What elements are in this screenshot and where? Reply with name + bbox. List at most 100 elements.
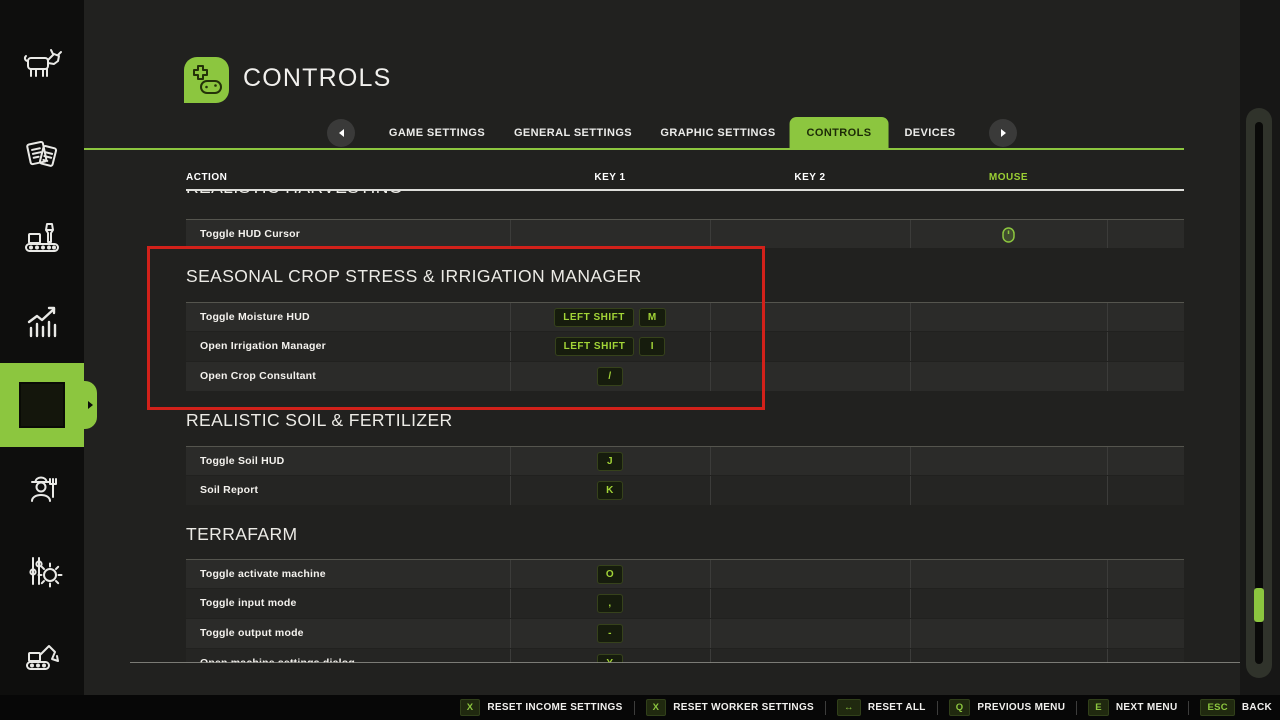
mouse-cell[interactable] (910, 560, 1107, 589)
column-divider (1107, 220, 1108, 248)
tab-game-settings[interactable]: GAME SETTINGS (389, 117, 485, 150)
hint-back[interactable]: ESC BACK (1200, 699, 1272, 716)
key1-cell[interactable]: Y (510, 649, 710, 663)
key1-cell[interactable]: O (510, 560, 710, 589)
sidebar-item-character[interactable] (0, 447, 84, 532)
column-header-key1: KEY 1 (510, 172, 710, 188)
sidebar-item-mod-settings[interactable] (0, 363, 84, 449)
key2-cell[interactable] (710, 303, 910, 332)
mouse-cell[interactable] (910, 220, 1107, 249)
tabs-next-button[interactable] (989, 119, 1017, 147)
sidebar-item-settings[interactable] (0, 530, 84, 615)
key2-cell[interactable] (710, 649, 910, 663)
mouse-cell[interactable] (910, 447, 1107, 476)
control-row[interactable]: Soil ReportK (186, 476, 1184, 505)
character-icon (19, 466, 65, 512)
key1-cell[interactable]: LEFT SHIFTI (510, 332, 710, 361)
production-icon (19, 214, 65, 260)
key2-cell[interactable] (710, 362, 910, 391)
hint-reset-all[interactable]: ↔RESET ALL (837, 699, 926, 716)
key2-cell[interactable] (710, 332, 910, 361)
control-row[interactable]: Toggle activate machine O (186, 559, 1184, 588)
key-badge: ESC (1200, 699, 1234, 716)
mouse-icon (1002, 227, 1015, 243)
hint-reset-worker-settings[interactable]: XRESET WORKER SETTINGS (646, 699, 814, 716)
tab-general-settings[interactable]: GENERAL SETTINGS (514, 117, 632, 150)
key2-cell[interactable] (710, 220, 910, 249)
key2-cell[interactable] (710, 560, 910, 589)
action-label: Toggle HUD Cursor (200, 220, 300, 249)
tab-controls[interactable]: CONTROLS (790, 117, 889, 150)
key1-cell[interactable]: J (510, 447, 710, 476)
column-divider (1107, 362, 1108, 391)
tab-graphic-settings[interactable]: GRAPHIC SETTINGS (660, 117, 775, 150)
control-row[interactable]: Toggle output mode - (186, 619, 1184, 648)
control-row[interactable]: Toggle Soil HUD J (186, 446, 1184, 475)
sidebar-item-construction[interactable] (0, 613, 84, 697)
sidebar-item-production[interactable] (0, 196, 84, 280)
mouse-cell[interactable] (910, 362, 1107, 391)
key1-cell[interactable] (510, 220, 710, 249)
key1-cell[interactable]: K (510, 476, 710, 505)
mouse-cell[interactable] (910, 303, 1107, 332)
hint-reset-income-settings[interactable]: XRESET INCOME SETTINGS (460, 699, 623, 716)
mouse-cell[interactable] (910, 332, 1107, 361)
action-label: Toggle activate machine (200, 560, 326, 589)
control-row[interactable]: Toggle HUD Cursor (186, 219, 1184, 248)
key2-cell[interactable] (710, 447, 910, 476)
key-badge: O (597, 565, 623, 584)
divider (825, 701, 826, 715)
key1-cell[interactable]: LEFT SHIFTM (510, 303, 710, 332)
hint-previous-menu[interactable]: QPREVIOUS MENU (949, 699, 1066, 716)
action-label: Toggle output mode (200, 619, 304, 648)
key-badge: E (1088, 699, 1109, 716)
mouse-cell[interactable] (910, 589, 1107, 618)
key-badge: J (597, 452, 623, 471)
key-badge: ↔ (837, 699, 861, 716)
key1-cell[interactable]: - (510, 619, 710, 648)
hint-label: RESET INCOME SETTINGS (487, 702, 622, 713)
scrollbar-thumb[interactable] (1254, 588, 1264, 622)
key2-cell[interactable] (710, 476, 910, 505)
key1-cell[interactable]: / (510, 362, 710, 391)
section-title: SEASONAL CROP STRESS & IRRIGATION MANAGE… (186, 266, 642, 290)
mouse-cell[interactable] (910, 649, 1107, 663)
header-divider (186, 189, 1184, 191)
scrollbar-track[interactable] (1255, 122, 1263, 664)
hint-next-menu[interactable]: ENEXT MENU (1088, 699, 1177, 716)
control-row[interactable]: Toggle input mode, (186, 589, 1184, 618)
column-divider (1107, 447, 1108, 475)
key-badge: K (597, 481, 623, 500)
divider (634, 701, 635, 715)
sidebar-item-statistics[interactable] (0, 278, 84, 365)
divider (937, 701, 938, 715)
mouse-cell[interactable] (910, 619, 1107, 648)
construction-icon (19, 631, 65, 677)
action-label: Open Irrigation Manager (200, 332, 326, 361)
divider (1076, 701, 1077, 715)
key2-cell[interactable] (710, 589, 910, 618)
mouse-cell[interactable] (910, 476, 1107, 505)
column-divider (1107, 560, 1108, 588)
key2-cell[interactable] (710, 619, 910, 648)
key-badge: X (646, 699, 667, 716)
column-divider (1107, 332, 1108, 361)
vehicles-icon (19, 0, 65, 17)
tab-devices[interactable]: DEVICES (904, 117, 955, 150)
column-header-action: ACTION (186, 172, 227, 188)
scrollbar[interactable] (1246, 108, 1272, 678)
sidebar-item-contracts[interactable] (0, 113, 84, 198)
column-divider (1107, 303, 1108, 331)
sidebar-item-animals[interactable] (0, 17, 84, 115)
key-badge: / (597, 367, 623, 386)
control-row[interactable]: Open machine settings dialogY (186, 649, 1184, 663)
hint-label: BACK (1242, 702, 1272, 713)
section-title: TERRAFARM (186, 524, 298, 548)
control-row[interactable]: Open Irrigation Manager LEFT SHIFTI (186, 332, 1184, 361)
chevron-left-icon (339, 129, 344, 137)
key1-cell[interactable]: , (510, 589, 710, 618)
control-row[interactable]: Open Crop Consultant/ (186, 362, 1184, 391)
tabs-prev-button[interactable] (327, 119, 355, 147)
action-label: Toggle Soil HUD (200, 447, 284, 476)
control-row[interactable]: Toggle Moisture HUDLEFT SHIFTM (186, 302, 1184, 331)
